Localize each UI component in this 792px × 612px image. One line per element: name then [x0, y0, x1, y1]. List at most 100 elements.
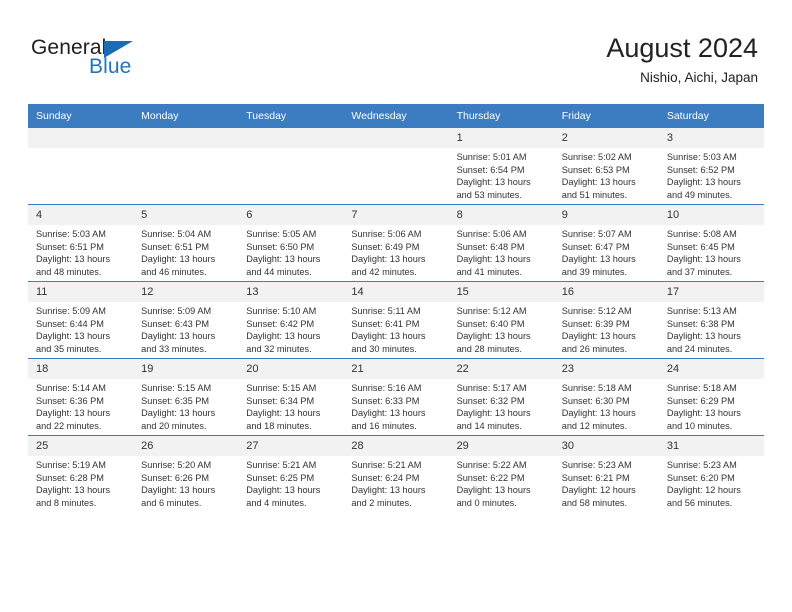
calendar-day-cell[interactable]: 12 Sunrise: 5:09 AM Sunset: 6:43 PM Dayligh… [133, 281, 239, 359]
day-number: 28 [343, 436, 449, 456]
sunset-time: Sunset: 6:44 PM [36, 318, 104, 329]
calendar-day-cell[interactable]: 23 Sunrise: 5:18 AM Sunset: 6:30 PM Dayligh… [553, 358, 659, 436]
day-details: Sunrise: 5:17 AM Sunset: 6:32 PM Daylight:… [449, 379, 554, 432]
sunrise-time: Sunrise: 5:10 AM [246, 306, 317, 316]
day-details: Sunrise: 5:21 AM Sunset: 6:25 PM Daylight:… [238, 456, 343, 509]
calendar-day-cell[interactable]: 13 Sunrise: 5:10 AM Sunset: 6:42 PM Dayligh… [238, 281, 344, 359]
sunset-time: Sunset: 6:49 PM [351, 241, 420, 252]
calendar-day-cell[interactable]: 30 Sunrise: 5:23 AM Sunset: 6:21 PM Dayligh… [553, 435, 659, 512]
day-details: Sunrise: 5:21 AM Sunset: 6:24 PM Daylight:… [343, 456, 448, 509]
daylight-duration-line2: and 37 minutes. [666, 266, 733, 277]
daylight-duration-line2: and 22 minutes. [36, 420, 102, 431]
day-number: 8 [448, 205, 554, 225]
day-number: 20 [238, 359, 344, 379]
daylight-duration-line1: Daylight: 13 hours [666, 408, 741, 419]
day-details: Sunrise: 5:08 AM Sunset: 6:45 PM Daylight:… [659, 225, 764, 278]
daylight-duration-line1: Daylight: 13 hours [351, 485, 426, 496]
day-number: 10 [658, 205, 764, 225]
calendar-day-cell[interactable]: 31 Sunrise: 5:23 AM Sunset: 6:20 PM Dayligh… [658, 435, 764, 512]
day-number: 21 [343, 359, 449, 379]
day-details: Sunrise: 5:19 AM Sunset: 6:28 PM Daylight:… [28, 456, 133, 509]
calendar-day-cell[interactable]: 8 Sunrise: 5:06 AM Sunset: 6:48 PM Daylight… [448, 204, 554, 282]
daylight-duration-line2: and 33 minutes. [141, 343, 207, 354]
calendar-day-cell[interactable]: 10 Sunrise: 5:08 AM Sunset: 6:45 PM Dayligh… [658, 204, 764, 282]
logo-text-blue: Blue [89, 55, 132, 78]
sunrise-time: Sunrise: 5:22 AM [456, 460, 527, 470]
calendar-day-cell[interactable]: 5 Sunrise: 5:04 AM Sunset: 6:51 PM Daylight… [133, 204, 239, 282]
calendar-day-cell[interactable]: 18 Sunrise: 5:14 AM Sunset: 6:36 PM Dayligh… [28, 358, 134, 436]
calendar-day-cell[interactable]: 2 Sunrise: 5:02 AM Sunset: 6:53 PM Daylight… [553, 127, 659, 205]
calendar-day-cell[interactable]: 15 Sunrise: 5:12 AM Sunset: 6:40 PM Dayligh… [448, 281, 554, 359]
calendar-day-cell[interactable]: 27 Sunrise: 5:21 AM Sunset: 6:25 PM Dayligh… [238, 435, 344, 512]
calendar-day-cell[interactable]: 25 Sunrise: 5:19 AM Sunset: 6:28 PM Dayligh… [28, 435, 134, 512]
day-details: Sunrise: 5:18 AM Sunset: 6:30 PM Daylight:… [554, 379, 659, 432]
weekday-header-row: Sunday Monday Tuesday Wednesday Thursday… [28, 104, 764, 128]
calendar-week-row: 4 Sunrise: 5:03 AM Sunset: 6:51 PM Daylight… [28, 204, 764, 282]
sunrise-time: Sunrise: 5:06 AM [351, 229, 422, 239]
sunrise-time: Sunrise: 5:18 AM [561, 383, 632, 393]
day-number: 25 [28, 436, 134, 456]
calendar-week-row: 18 Sunrise: 5:14 AM Sunset: 6:36 PM Dayligh… [28, 358, 764, 436]
sunrise-time: Sunrise: 5:05 AM [246, 229, 317, 239]
weekday-header-thursday: Thursday [448, 104, 554, 128]
day-number: 26 [133, 436, 239, 456]
day-details: Sunrise: 5:01 AM Sunset: 6:54 PM Daylight:… [449, 148, 554, 201]
sunrise-time: Sunrise: 5:12 AM [561, 306, 632, 316]
sunset-time: Sunset: 6:33 PM [351, 395, 420, 406]
calendar-day-cell[interactable]: 11 Sunrise: 5:09 AM Sunset: 6:44 PM Dayligh… [28, 281, 134, 359]
sunrise-time: Sunrise: 5:01 AM [456, 152, 527, 162]
daylight-duration-line1: Daylight: 13 hours [351, 408, 426, 419]
day-number: 12 [133, 282, 239, 302]
page-title: August 2024 [606, 33, 758, 63]
calendar-day-cell[interactable]: 19 Sunrise: 5:15 AM Sunset: 6:35 PM Dayligh… [133, 358, 239, 436]
sunrise-time: Sunrise: 5:20 AM [141, 460, 212, 470]
daylight-duration-line2: and 35 minutes. [36, 343, 102, 354]
sunset-time: Sunset: 6:54 PM [456, 164, 525, 175]
calendar-day-cell-empty [343, 127, 449, 205]
day-number: 3 [658, 128, 764, 148]
calendar-day-cell[interactable]: 14 Sunrise: 5:11 AM Sunset: 6:41 PM Dayligh… [343, 281, 449, 359]
calendar-day-cell[interactable]: 26 Sunrise: 5:20 AM Sunset: 6:26 PM Dayligh… [133, 435, 239, 512]
calendar-day-cell[interactable]: 29 Sunrise: 5:22 AM Sunset: 6:22 PM Dayligh… [448, 435, 554, 512]
daylight-duration-line2: and 39 minutes. [561, 266, 628, 277]
calendar-week-row: 1 Sunrise: 5:01 AM Sunset: 6:54 PM Daylight… [28, 127, 764, 205]
calendar-day-cell[interactable]: 28 Sunrise: 5:21 AM Sunset: 6:24 PM Dayligh… [343, 435, 449, 512]
sunset-time: Sunset: 6:25 PM [246, 472, 315, 483]
calendar-day-cell[interactable]: 7 Sunrise: 5:06 AM Sunset: 6:49 PM Daylight… [343, 204, 449, 282]
day-details: Sunrise: 5:06 AM Sunset: 6:49 PM Daylight:… [343, 225, 448, 278]
calendar-day-cell[interactable]: 16 Sunrise: 5:12 AM Sunset: 6:39 PM Dayligh… [553, 281, 659, 359]
day-number: 9 [553, 205, 659, 225]
calendar-day-cell[interactable]: 17 Sunrise: 5:13 AM Sunset: 6:38 PM Dayligh… [658, 281, 764, 359]
day-details: Sunrise: 5:06 AM Sunset: 6:48 PM Daylight:… [449, 225, 554, 278]
calendar-day-cell[interactable]: 9 Sunrise: 5:07 AM Sunset: 6:47 PM Daylight… [553, 204, 659, 282]
calendar-day-cell-empty [133, 127, 239, 205]
day-number [343, 128, 449, 148]
daylight-duration-line1: Daylight: 13 hours [36, 408, 111, 419]
calendar-day-cell[interactable]: 24 Sunrise: 5:18 AM Sunset: 6:29 PM Dayligh… [658, 358, 764, 436]
calendar-day-cell[interactable]: 21 Sunrise: 5:16 AM Sunset: 6:33 PM Dayligh… [343, 358, 449, 436]
calendar-day-cell[interactable]: 1 Sunrise: 5:01 AM Sunset: 6:54 PM Daylight… [448, 127, 554, 205]
daylight-duration-line2: and 41 minutes. [456, 266, 522, 277]
sunset-time: Sunset: 6:26 PM [141, 472, 210, 483]
sunset-time: Sunset: 6:28 PM [36, 472, 104, 483]
daylight-duration-line2: and 24 minutes. [666, 343, 733, 354]
daylight-duration-line2: and 10 minutes. [666, 420, 733, 431]
calendar-day-cell[interactable]: 20 Sunrise: 5:15 AM Sunset: 6:34 PM Dayligh… [238, 358, 344, 436]
daylight-duration-line1: Daylight: 12 hours [561, 485, 636, 496]
daylight-duration-line1: Daylight: 13 hours [456, 408, 531, 419]
calendar-day-cell[interactable]: 4 Sunrise: 5:03 AM Sunset: 6:51 PM Daylight… [28, 204, 134, 282]
daylight-duration-line2: and 49 minutes. [666, 189, 733, 200]
day-details: Sunrise: 5:12 AM Sunset: 6:39 PM Daylight:… [554, 302, 659, 355]
sunrise-time: Sunrise: 5:23 AM [666, 460, 737, 470]
general-blue-logo[interactable]: General Blue [31, 36, 231, 84]
sunrise-time: Sunrise: 5:17 AM [456, 383, 527, 393]
day-details: Sunrise: 5:11 AM Sunset: 6:41 PM Daylight:… [343, 302, 448, 355]
daylight-duration-line2: and 12 minutes. [561, 420, 628, 431]
calendar-day-cell[interactable]: 22 Sunrise: 5:17 AM Sunset: 6:32 PM Dayligh… [448, 358, 554, 436]
calendar-day-cell[interactable]: 6 Sunrise: 5:05 AM Sunset: 6:50 PM Daylight… [238, 204, 344, 282]
daylight-duration-line2: and 42 minutes. [351, 266, 417, 277]
day-number: 16 [553, 282, 659, 302]
day-number [28, 128, 134, 148]
calendar-day-cell[interactable]: 3 Sunrise: 5:03 AM Sunset: 6:52 PM Daylight… [658, 127, 764, 205]
daylight-duration-line1: Daylight: 13 hours [141, 408, 216, 419]
